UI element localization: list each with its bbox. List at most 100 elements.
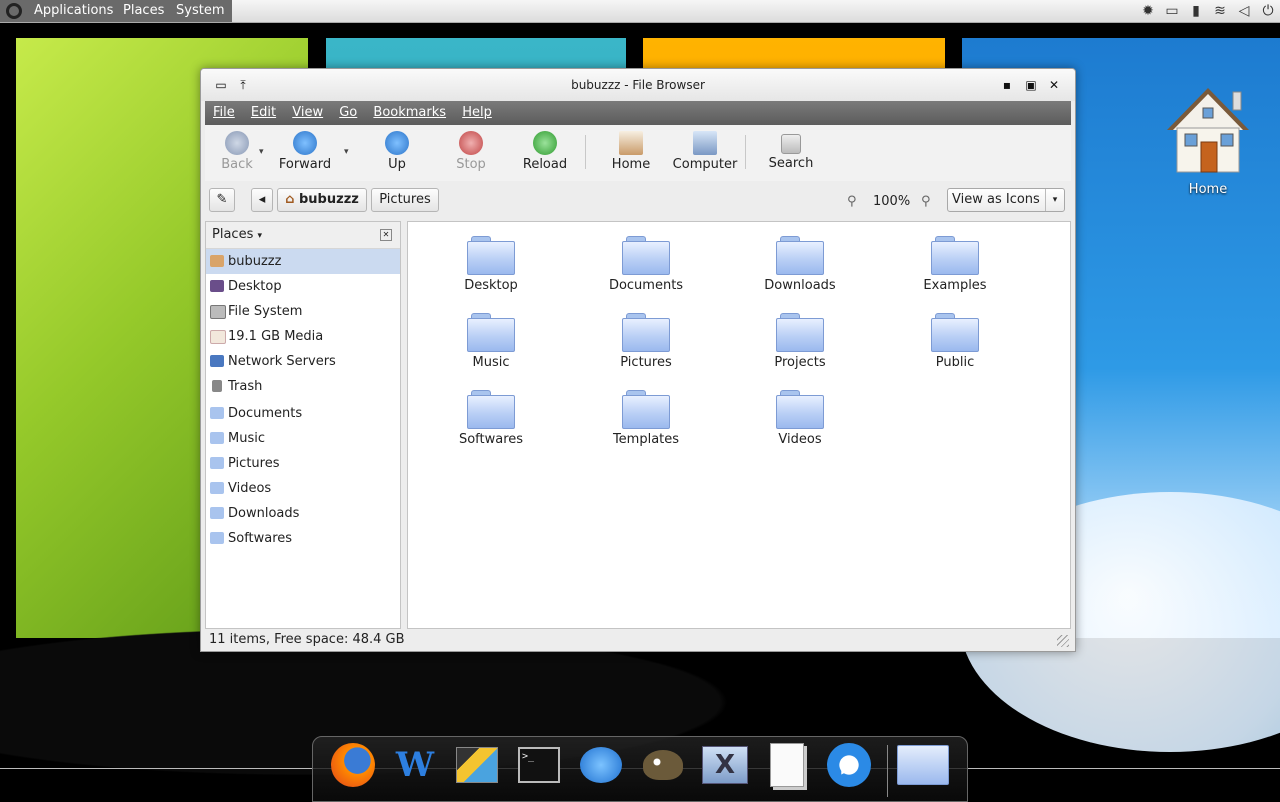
close-sidebar-icon[interactable]: ✕ [380, 229, 392, 241]
breadcrumb-pictures[interactable]: Pictures [371, 188, 439, 212]
computer-icon[interactable]: X [699, 741, 751, 789]
folder-item-templates[interactable]: Templates [581, 390, 711, 447]
folder-item-public[interactable]: Public [890, 313, 1020, 370]
folder-item-music[interactable]: Music [426, 313, 556, 370]
folder-item-desktop[interactable]: Desktop [426, 236, 556, 293]
wifi-icon[interactable]: ≋ [1212, 3, 1228, 19]
computer-button[interactable]: Computer [671, 131, 739, 172]
system-menu[interactable]: System [170, 0, 230, 22]
view-mode-select[interactable]: View as Icons ▾ [947, 188, 1065, 212]
firefox-icon[interactable] [327, 741, 379, 789]
panel-menu-bar: Applications Places System [0, 0, 232, 22]
menu-bar: File Edit View Go Bookmarks Help [205, 101, 1071, 125]
up-label: Up [388, 157, 406, 172]
maximize-button[interactable]: ▣ [1023, 77, 1039, 93]
video-editor-icon[interactable] [451, 741, 503, 789]
search-label: Search [768, 156, 814, 171]
sidebar-item-home[interactable]: bubuzzz [206, 249, 400, 274]
menu-file[interactable]: File [209, 101, 239, 125]
sidebar-bookmark-music[interactable]: Music [206, 426, 400, 451]
sidebar-item-desktop[interactable]: Desktop [206, 274, 400, 299]
notification-icon[interactable]: ▭ [1164, 3, 1180, 19]
sidebar-item-label: Pictures [228, 456, 280, 471]
folder-item-documents[interactable]: Documents [581, 236, 711, 293]
folder-item-examples[interactable]: Examples [890, 236, 1020, 293]
media-player-icon[interactable]: ▶ [823, 741, 875, 789]
menu-edit[interactable]: Edit [247, 101, 280, 125]
back-label: Back [221, 157, 253, 172]
sidebar-bookmark-documents[interactable]: Documents [206, 401, 400, 426]
zoom-in-icon[interactable]: ⚲ [921, 194, 931, 209]
sidebar-item-network[interactable]: Network Servers [206, 349, 400, 374]
sidebar-item-media[interactable]: 19.1 GB Media [206, 324, 400, 349]
stop-button[interactable]: Stop [439, 131, 503, 172]
menu-view[interactable]: View [288, 101, 327, 125]
minimize-button[interactable]: ▪ [999, 77, 1015, 93]
dock-separator [887, 745, 888, 797]
up-button[interactable]: Up [365, 131, 429, 172]
window-title: bubuzzz - File Browser [571, 78, 705, 92]
desktop-home-shortcut[interactable]: Home [1160, 84, 1256, 197]
edit-location-button[interactable]: ✎ [209, 188, 235, 212]
folder-item-videos[interactable]: Videos [735, 390, 865, 447]
folder-icon [210, 532, 224, 544]
folder-item-pictures[interactable]: Pictures [581, 313, 711, 370]
close-button[interactable]: ✕ [1046, 77, 1062, 93]
sidebar-item-label: Music [228, 431, 265, 446]
folder-item-softwares[interactable]: Softwares [426, 390, 556, 447]
forward-button[interactable]: Forward [273, 131, 337, 172]
toolbar-separator [745, 135, 746, 169]
power-icon[interactable]: ⏻ [1260, 3, 1276, 19]
folder-icon [467, 390, 515, 429]
gimp-icon[interactable] [637, 741, 689, 789]
status-bar: 11 items, Free space: 48.4 GB [205, 629, 1075, 651]
sidebar-bookmark-downloads[interactable]: Downloads [206, 501, 400, 526]
folder-icon [210, 432, 224, 444]
reload-button[interactable]: Reload [513, 131, 577, 172]
home-button[interactable]: Home [599, 131, 663, 172]
sidebar-item-trash[interactable]: Trash [206, 374, 400, 399]
sidebar-header[interactable]: Places ▾ ✕ [206, 222, 400, 249]
location-bar: ✎ ◂ ⌂ bubuzzz Pictures ⚲ 100% ⚲ View as … [205, 181, 1071, 217]
home-icon [619, 131, 643, 155]
sidebar-bookmark-pictures[interactable]: Pictures [206, 451, 400, 476]
zoom-out-icon[interactable]: ⚲ [847, 194, 857, 209]
up-arrow-icon [385, 131, 409, 155]
search-icon [781, 134, 801, 154]
trash-icon [212, 380, 222, 392]
terminal-icon[interactable]: >_ [513, 741, 565, 789]
forward-history-dropdown[interactable]: ▾ [344, 147, 349, 157]
menu-bookmarks[interactable]: Bookmarks [369, 101, 450, 125]
toolbar-separator [585, 135, 586, 169]
back-history-dropdown[interactable]: ▾ [259, 147, 264, 157]
breadcrumb-home[interactable]: ⌂ bubuzzz [277, 188, 367, 212]
zoom-level: 100% [873, 194, 911, 209]
resize-grip[interactable] [1057, 635, 1069, 647]
video-chat-icon[interactable] [575, 741, 627, 789]
forward-arrow-icon [293, 131, 317, 155]
menu-help[interactable]: Help [458, 101, 496, 125]
writer-icon[interactable]: W [389, 741, 441, 789]
sidebar-item-file-system[interactable]: File System [206, 299, 400, 324]
applications-menu[interactable]: Applications [28, 0, 119, 22]
menu-go[interactable]: Go [335, 101, 361, 125]
sidebar-bookmark-videos[interactable]: Videos [206, 476, 400, 501]
folder-item-projects[interactable]: Projects [735, 313, 865, 370]
sidebar-item-label: bubuzzz [228, 254, 282, 269]
ubuntu-logo-icon[interactable] [6, 3, 22, 19]
sidebar-item-label: Downloads [228, 506, 300, 521]
sidebar-item-label: 19.1 GB Media [228, 329, 324, 344]
crumb-left-arrow[interactable]: ◂ [251, 188, 273, 212]
places-menu[interactable]: Places [117, 0, 170, 22]
sidebar-bookmark-softwares[interactable]: Softwares [206, 526, 400, 551]
text-editor-icon[interactable] [761, 741, 813, 789]
search-button[interactable]: Search [759, 131, 823, 171]
folder-icon[interactable] [897, 741, 949, 789]
window-titlebar[interactable]: ▭ ⤒ bubuzzz - File Browser ▪ ▣ ✕ [201, 69, 1075, 101]
battery-icon[interactable]: ▮ [1188, 3, 1204, 19]
folder-icon [776, 236, 824, 275]
volume-icon[interactable]: ◁ [1236, 3, 1252, 19]
folder-item-downloads[interactable]: Downloads [735, 236, 865, 293]
file-browser-window: ▭ ⤒ bubuzzz - File Browser ▪ ▣ ✕ File Ed… [200, 68, 1076, 652]
brightness-icon[interactable]: ✹ [1140, 3, 1156, 19]
